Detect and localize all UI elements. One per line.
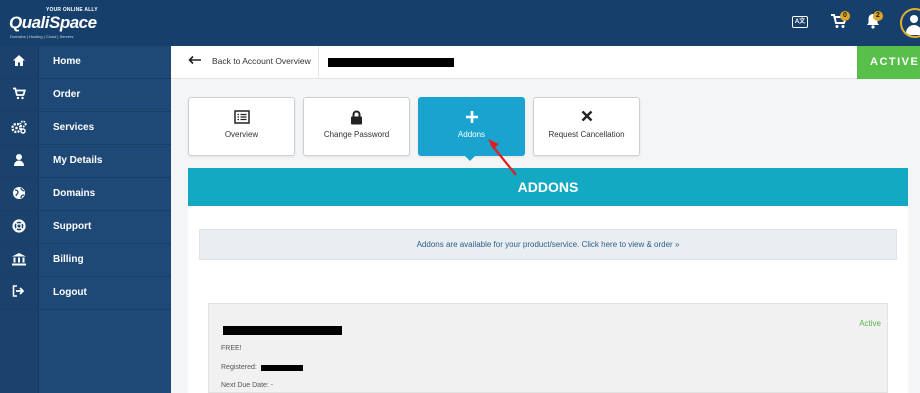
- addon-price: FREE!: [221, 345, 242, 352]
- globe-icon: [10, 186, 28, 202]
- sidebar-item-order[interactable]: Order: [0, 79, 171, 112]
- status-badge: ACTIVE: [857, 46, 920, 79]
- active-tile-caret: [464, 155, 476, 161]
- addons-panel: Addons are available for your product/se…: [188, 206, 908, 393]
- arrow-left-icon: [188, 52, 202, 68]
- addons-section-header: ADDONS: [188, 168, 908, 206]
- sidebar-item-logout[interactable]: Logout: [0, 277, 171, 310]
- sidebar-item-services[interactable]: Services: [0, 112, 171, 145]
- notification-count-badge: 2: [873, 11, 883, 21]
- cart-count-badge: 0: [840, 11, 850, 21]
- sidebar-item-label: Billing: [53, 254, 84, 265]
- close-icon: [534, 110, 639, 126]
- sidebar-item-label: Services: [53, 122, 95, 133]
- sidebar-item-domains[interactable]: Domains: [0, 178, 171, 211]
- tile-label: Overview: [224, 130, 259, 139]
- addon-registered-label: Registered:: [221, 364, 257, 371]
- lock-icon: [304, 110, 409, 126]
- sidebar-item-label: Home: [53, 56, 81, 67]
- logo-subtitle: Domains | Hosting | Cloud | Servers: [10, 34, 74, 39]
- translate-icon[interactable]: A文: [792, 16, 808, 28]
- logo-brand-name: QualiSpace: [9, 13, 97, 32]
- top-navbar: YOUR ONLINE ALLY QualiSpace Domains | Ho…: [0, 0, 920, 46]
- redacted-service-name: [328, 58, 454, 67]
- tile-change-password[interactable]: Change Password: [303, 97, 410, 156]
- sidebar-item-support[interactable]: Support: [0, 211, 171, 244]
- redacted-registered-date: [261, 365, 303, 371]
- tile-label: Change Password: [323, 130, 390, 139]
- user-avatar[interactable]: [900, 8, 920, 38]
- redacted-addon-name: [223, 326, 342, 335]
- sidebar-item-label: Support: [53, 221, 92, 232]
- qualispace-logo[interactable]: YOUR ONLINE ALLY QualiSpace Domains | Ho…: [8, 5, 98, 41]
- sidebar-item-billing[interactable]: Billing: [0, 244, 171, 277]
- addons-title: ADDONS: [517, 179, 579, 195]
- tile-request-cancellation[interactable]: Request Cancellation: [533, 97, 640, 156]
- bank-icon: [10, 252, 28, 268]
- sidebar: Home Order Services My Details Domains S…: [0, 46, 171, 393]
- service-header: Back to Account Overview ACTIVE: [171, 46, 920, 79]
- home-icon: [10, 54, 28, 70]
- back-button-label: Back to Account Overview: [212, 56, 311, 66]
- tile-overview[interactable]: Overview: [188, 97, 295, 156]
- addon-card: Active FREE! Registered: Next Due Date: …: [208, 303, 888, 393]
- sidebar-item-label: Logout: [53, 287, 87, 298]
- cart-icon: [10, 87, 28, 103]
- list-icon: [189, 110, 294, 126]
- tile-label: Request Cancellation: [548, 130, 625, 139]
- cogs-icon: [10, 120, 28, 136]
- sidebar-item-my-details[interactable]: My Details: [0, 145, 171, 178]
- avatar-body: [906, 25, 920, 35]
- sidebar-item-label: Order: [53, 89, 81, 100]
- lifebuoy-icon: [10, 219, 28, 235]
- sidebar-item-home[interactable]: Home: [0, 46, 171, 79]
- plus-icon: [419, 110, 524, 126]
- addon-next-due-date: Next Due Date: -: [221, 382, 274, 389]
- addon-status: Active: [859, 319, 881, 328]
- addons-info-link[interactable]: Addons are available for your product/se…: [199, 229, 897, 260]
- annotation-arrow-icon: [488, 139, 517, 176]
- user-icon: [10, 153, 28, 169]
- sidebar-item-label: Domains: [53, 188, 96, 199]
- back-to-account-overview-button[interactable]: Back to Account Overview: [171, 46, 319, 79]
- logout-icon: [10, 285, 28, 301]
- sidebar-item-label: My Details: [53, 155, 103, 166]
- avatar-head: [910, 15, 918, 23]
